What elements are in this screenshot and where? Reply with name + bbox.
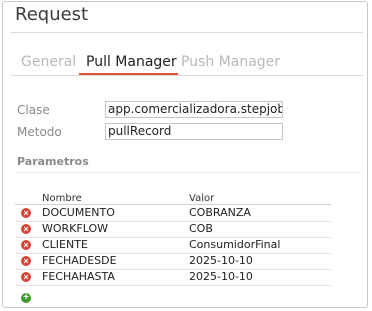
cell-nombre: FECHAHASTA: [42, 270, 115, 283]
remove-circle-icon[interactable]: ×: [21, 208, 31, 218]
cell-valor: 2025-10-10: [189, 254, 253, 267]
tab-bar: General Pull Manager Push Manager: [11, 48, 363, 76]
remove-circle-icon[interactable]: ×: [21, 272, 31, 282]
parametros-divider: [15, 172, 361, 173]
clase-input[interactable]: app.comercializadora.stepjobs.CobranzaWF: [105, 101, 283, 118]
tab-general[interactable]: General: [21, 54, 76, 70]
clase-label: Clase: [17, 103, 50, 117]
remove-circle-icon[interactable]: ×: [21, 240, 31, 250]
remove-circle-icon[interactable]: ×: [21, 224, 31, 234]
metodo-input[interactable]: pullRecord: [105, 123, 283, 140]
parametros-title: Parametros: [17, 155, 89, 168]
cell-nombre: WORKFLOW: [42, 222, 108, 235]
table-row: × WORKFLOW COB: [15, 221, 331, 238]
table-row: × DOCUMENTO COBRANZA: [15, 205, 331, 222]
cell-nombre: DOCUMENTO: [42, 206, 115, 219]
tab-pull-manager[interactable]: Pull Manager: [86, 54, 177, 70]
title-divider: [11, 32, 363, 33]
add-circle-icon[interactable]: +: [21, 293, 31, 303]
remove-circle-icon[interactable]: ×: [21, 256, 31, 266]
cell-nombre: CLIENTE: [42, 238, 88, 251]
dialog-title: Request: [15, 4, 89, 25]
request-dialog: Request General Pull Manager Push Manage…: [2, 1, 368, 308]
tab-push-manager[interactable]: Push Manager: [181, 54, 280, 70]
cell-valor: COB: [189, 222, 213, 235]
column-header-nombre: Nombre: [42, 193, 82, 204]
table-row: × FECHADESDE 2025-10-10: [15, 253, 331, 270]
table-row: × CLIENTE ConsumidorFinal: [15, 237, 331, 254]
cell-valor: ConsumidorFinal: [189, 238, 281, 251]
metodo-label: Metodo: [17, 125, 62, 139]
cell-nombre: FECHADESDE: [42, 254, 117, 267]
cell-valor: 2025-10-10: [189, 270, 253, 283]
active-tab-indicator: [79, 73, 178, 75]
table-row: × FECHAHASTA 2025-10-10: [15, 269, 331, 286]
column-header-valor: Valor: [189, 193, 215, 204]
cell-valor: COBRANZA: [189, 206, 251, 219]
